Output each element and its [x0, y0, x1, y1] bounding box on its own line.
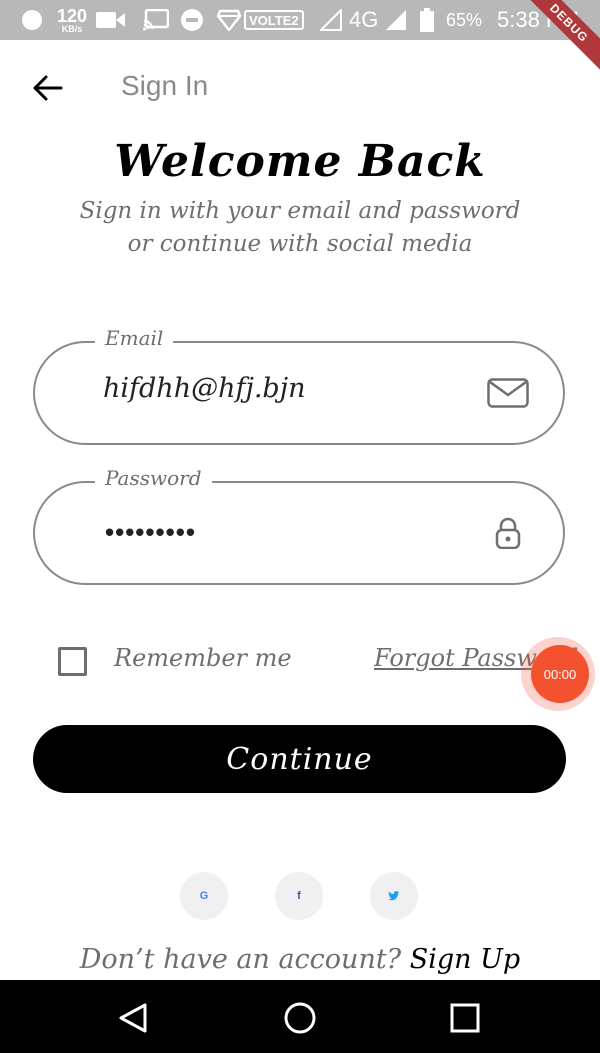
nav-recents-button[interactable]	[445, 998, 485, 1038]
nav-home-button[interactable]	[280, 998, 320, 1038]
welcome-subtitle: Sign in with your email and password or …	[0, 195, 600, 261]
arrow-back-icon	[33, 75, 63, 101]
signup-prompt: Don’t have an account? Sign Up	[0, 944, 600, 975]
facebook-icon: f	[297, 890, 301, 902]
screen-record-icon	[22, 0, 42, 40]
lock-icon	[495, 517, 521, 554]
net-speed: 120 KB/s	[57, 0, 87, 40]
page-title: Sign In	[121, 70, 209, 101]
diamond-icon	[217, 0, 241, 40]
google-icon: G	[199, 890, 209, 902]
facebook-login-button[interactable]: f	[275, 872, 323, 920]
email-field[interactable]: Email hifdhh@hfj.bjn	[33, 326, 565, 445]
status-bar: 120 KB/s VOLTE2 4G 65% 5:38 PM DEBUG	[0, 0, 600, 77]
battery-level: 65%	[446, 9, 483, 30]
network-type: 4G	[349, 7, 379, 32]
signup-question: Don’t have an account?	[79, 944, 402, 975]
signal-strength-icon	[386, 0, 406, 40]
volte-badge: VOLTE2	[244, 10, 304, 30]
do-not-disturb-icon	[181, 0, 203, 40]
signal-icon	[320, 0, 342, 40]
back-button[interactable]	[28, 68, 68, 108]
remember-me-label: Remember me	[114, 644, 292, 672]
system-nav-bar	[0, 980, 600, 1053]
mail-icon	[487, 378, 529, 413]
email-value[interactable]: hifdhh@hfj.bjn	[103, 373, 305, 404]
email-label: Email	[95, 326, 174, 350]
welcome-heading: Welcome Back	[114, 136, 486, 187]
remember-me-checkbox[interactable]	[58, 647, 87, 676]
password-value[interactable]: •••••••••	[105, 517, 196, 548]
battery-icon	[420, 0, 434, 40]
password-label: Password	[95, 466, 212, 490]
subtitle-line-1: Sign in with your email and password	[79, 198, 521, 224]
screen-recorder-button[interactable]: 00:00	[531, 645, 589, 703]
google-login-button[interactable]: G	[180, 872, 228, 920]
net-speed-unit: KB/s	[61, 23, 83, 34]
twitter-icon	[388, 891, 400, 901]
circle-home-icon	[284, 1002, 316, 1034]
continue-button[interactable]: Continue	[33, 725, 566, 793]
twitter-login-button[interactable]	[370, 872, 418, 920]
cast-icon	[143, 0, 169, 40]
square-recents-icon	[450, 1003, 480, 1033]
net-speed-value: 120	[57, 5, 88, 26]
signup-link[interactable]: Sign Up	[410, 944, 520, 975]
nav-back-button[interactable]	[113, 998, 153, 1038]
video-camera-icon	[96, 0, 126, 40]
subtitle-line-2: or continue with social media	[127, 231, 473, 257]
triangle-back-icon	[119, 1003, 147, 1033]
password-field[interactable]: Password •••••••••	[33, 466, 565, 585]
